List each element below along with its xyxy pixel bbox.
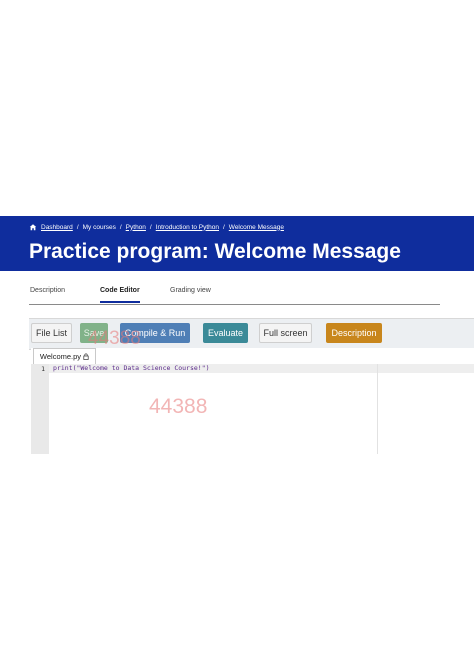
breadcrumb: Dashboard / My courses / Python / Introd… (29, 223, 284, 231)
watermark: 44388 (88, 328, 141, 349)
tab-bar: Description Code Editor Grading view (29, 287, 440, 305)
full-screen-button[interactable]: Full screen (259, 323, 312, 343)
tab-grading-view[interactable]: Grading view (170, 287, 211, 294)
tab-description[interactable]: Description (30, 287, 65, 294)
lock-icon (83, 353, 89, 360)
description-button[interactable]: Description (326, 323, 382, 343)
line-gutter: 1 (31, 364, 49, 454)
breadcrumb-introduction[interactable]: Introduction to Python (156, 224, 219, 231)
page-title: Practice program: Welcome Message (29, 240, 401, 263)
breadcrumb-separator: / (222, 223, 225, 231)
code-line[interactable]: print("Welcome to Data Science Course!") (53, 364, 210, 373)
file-tab-label: Welcome.py (39, 352, 82, 361)
tab-code-editor[interactable]: Code Editor (100, 287, 140, 303)
code-editor[interactable]: Welcome.py 1 print("Welcome to Data Scie… (31, 348, 474, 454)
breadcrumb-separator: / (149, 223, 152, 231)
file-list-button[interactable]: File List (31, 323, 72, 343)
breadcrumb-separator: / (119, 223, 122, 231)
print-margin (377, 364, 378, 454)
evaluate-button[interactable]: Evaluate (203, 323, 248, 343)
watermark: 44388 (149, 395, 208, 418)
file-tab[interactable]: Welcome.py (33, 348, 96, 364)
breadcrumb-dashboard[interactable]: Dashboard (41, 224, 73, 231)
home-icon[interactable] (29, 223, 37, 231)
breadcrumb-separator: / (76, 223, 79, 231)
breadcrumb-python[interactable]: Python (126, 224, 146, 231)
breadcrumb-welcome-message[interactable]: Welcome Message (229, 224, 284, 231)
page-header: Dashboard / My courses / Python / Introd… (0, 216, 474, 271)
breadcrumb-my-courses: My courses (82, 223, 116, 231)
line-number: 1 (41, 365, 45, 373)
